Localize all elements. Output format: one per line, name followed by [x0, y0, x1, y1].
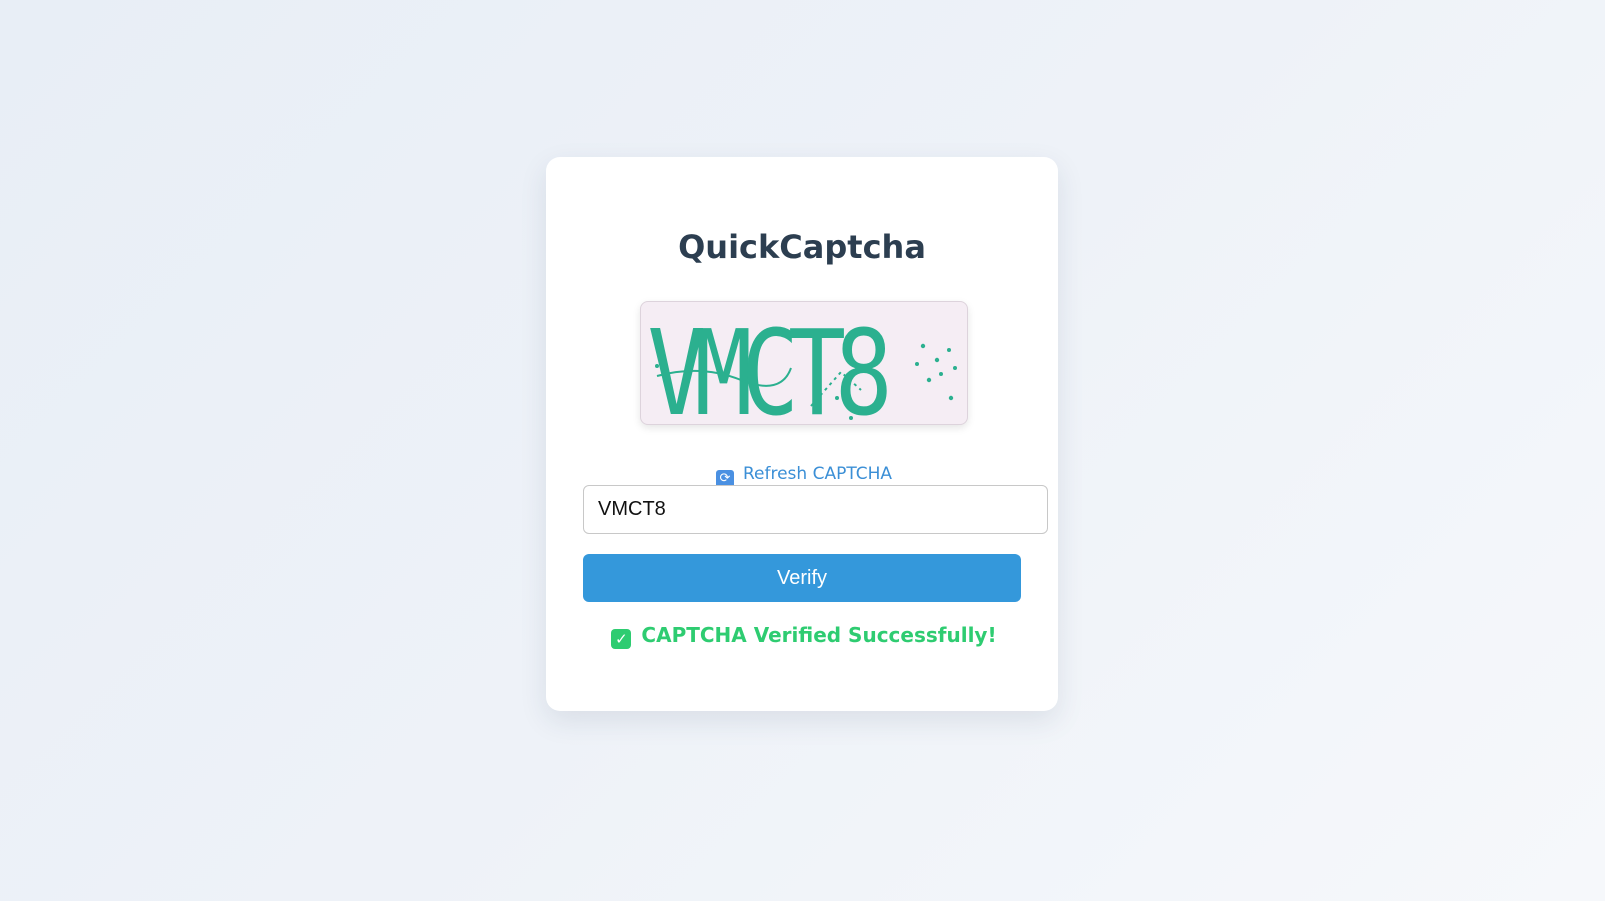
captcha-image: VMCT8 — [640, 301, 968, 425]
verify-button[interactable]: Verify — [583, 554, 1021, 602]
check-icon: ✓ — [611, 629, 632, 649]
captcha-card: QuickCaptcha VMCT8 ⟳ Refresh CAPTCHA VMC… — [546, 157, 1058, 711]
page-title: QuickCaptcha — [678, 228, 926, 266]
status-text: CAPTCHA Verified Successfully! — [641, 623, 997, 647]
status-message: ✓ CAPTCHA Verified Successfully! — [546, 622, 1062, 649]
captcha-distorted-text: VMCT8 — [648, 306, 957, 424]
refresh-captcha-label: Refresh CAPTCHA — [742, 464, 893, 484]
captcha-glyphs: VMCT8 — [648, 306, 888, 424]
captcha-input[interactable] — [583, 485, 1048, 534]
